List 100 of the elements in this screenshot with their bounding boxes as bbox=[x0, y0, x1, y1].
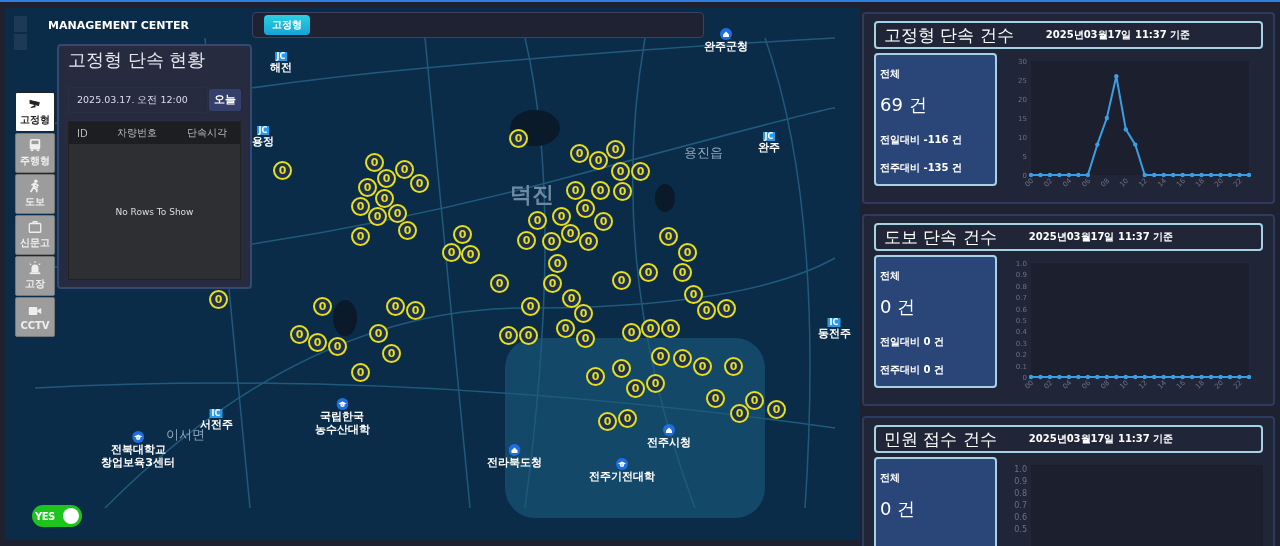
map-marker[interactable]: 0 bbox=[521, 297, 540, 316]
map-marker[interactable]: 0 bbox=[622, 323, 641, 342]
today-button[interactable]: 오늘 bbox=[209, 89, 241, 111]
map-marker[interactable]: 0 bbox=[566, 181, 585, 200]
card-title: 민원 접수 건수 bbox=[884, 427, 997, 451]
graduation-cap-icon bbox=[616, 458, 628, 470]
interchange-badge: IC bbox=[827, 318, 841, 327]
cctv-camera-icon bbox=[28, 97, 42, 111]
map-marker[interactable]: 0 bbox=[528, 211, 547, 230]
week-comparison: 전주대비 0 건 bbox=[880, 363, 945, 377]
map-marker[interactable]: 0 bbox=[509, 129, 528, 148]
map-marker[interactable]: 0 bbox=[365, 153, 384, 172]
map-marker[interactable]: 0 bbox=[382, 344, 401, 363]
map-marker[interactable]: 0 bbox=[631, 162, 650, 181]
map-marker[interactable]: 0 bbox=[678, 243, 697, 262]
map-marker[interactable]: 0 bbox=[375, 189, 394, 208]
map-marker[interactable]: 0 bbox=[410, 174, 429, 193]
map-marker[interactable]: 0 bbox=[612, 271, 631, 290]
map-marker[interactable]: 0 bbox=[328, 337, 347, 356]
map-marker[interactable]: 0 bbox=[351, 227, 370, 246]
interchange-badge: JC bbox=[274, 52, 288, 61]
map-marker[interactable]: 0 bbox=[308, 333, 327, 352]
map-marker[interactable]: 0 bbox=[490, 274, 509, 293]
map-marker[interactable]: 0 bbox=[519, 326, 538, 345]
map-marker[interactable]: 0 bbox=[561, 224, 580, 243]
axis-label: 0.5 bbox=[1014, 525, 1027, 534]
map-marker[interactable]: 0 bbox=[358, 178, 377, 197]
map-marker[interactable]: 0 bbox=[499, 326, 518, 345]
map-marker[interactable]: 0 bbox=[556, 319, 575, 338]
map-marker[interactable]: 0 bbox=[611, 162, 630, 181]
lake bbox=[510, 110, 560, 146]
graduation-cap-icon bbox=[132, 431, 144, 443]
map-marker[interactable]: 0 bbox=[461, 245, 480, 264]
map-marker[interactable]: 0 bbox=[369, 324, 388, 343]
column-header[interactable]: 차량번호 bbox=[109, 126, 179, 140]
toolbar-button[interactable]: 고정형 bbox=[15, 92, 55, 132]
axis-label: 0.6 bbox=[1014, 513, 1027, 522]
map-place-label: 이서면 bbox=[165, 428, 205, 443]
map-marker[interactable]: 0 bbox=[697, 301, 716, 320]
map-place-label: 전북대학교 창업보육3센터 bbox=[101, 444, 175, 470]
map-marker[interactable]: 0 bbox=[406, 301, 425, 320]
date-field[interactable]: 2025.03.17. 오전 12:00 bbox=[68, 87, 208, 113]
map-marker[interactable]: 0 bbox=[562, 289, 581, 308]
map-marker[interactable]: 0 bbox=[594, 212, 613, 231]
map-marker[interactable]: 0 bbox=[641, 319, 660, 338]
map-marker[interactable]: 0 bbox=[290, 325, 309, 344]
app-title: MANAGEMENT CENTER bbox=[48, 19, 189, 32]
map-place-label: 덕진 bbox=[510, 182, 554, 208]
column-header[interactable]: 단속시각 bbox=[179, 126, 227, 140]
siren-icon bbox=[28, 261, 42, 275]
map-marker[interactable]: 0 bbox=[574, 304, 593, 323]
map-marker[interactable]: 0 bbox=[453, 225, 472, 244]
map-marker[interactable]: 0 bbox=[543, 274, 562, 293]
map-marker[interactable]: 0 bbox=[395, 160, 414, 179]
map-marker[interactable]: 0 bbox=[273, 161, 292, 180]
map-marker[interactable]: 0 bbox=[589, 151, 608, 170]
map-marker[interactable]: 0 bbox=[552, 207, 571, 226]
week-comparison: 전주대비 -135 건 bbox=[880, 161, 963, 175]
map-marker[interactable]: 0 bbox=[606, 140, 625, 159]
interchange-badge: JC bbox=[762, 132, 776, 141]
map-marker[interactable]: 0 bbox=[570, 144, 589, 163]
map-marker[interactable]: 0 bbox=[368, 207, 387, 226]
axis-label: 0.9 bbox=[1014, 477, 1027, 486]
map-marker[interactable]: 0 bbox=[351, 197, 370, 216]
map-marker[interactable]: 0 bbox=[442, 243, 461, 262]
map-place-label: 동전주 bbox=[817, 328, 851, 341]
map-marker[interactable]: 0 bbox=[659, 227, 678, 246]
map-marker[interactable]: 0 bbox=[517, 231, 536, 250]
briefcase-icon bbox=[28, 220, 42, 234]
lake bbox=[655, 184, 675, 212]
map-marker[interactable]: 0 bbox=[639, 263, 658, 282]
timestamp: 2025년03월17일 11:37 기준 bbox=[1028, 432, 1174, 446]
map-marker[interactable]: 0 bbox=[717, 299, 736, 318]
bus-icon bbox=[28, 138, 42, 152]
column-header[interactable]: ID bbox=[69, 127, 109, 139]
building-icon bbox=[508, 444, 520, 456]
map-marker[interactable]: 0 bbox=[661, 319, 680, 338]
map-marker[interactable]: 0 bbox=[767, 400, 786, 419]
map-marker[interactable]: 0 bbox=[351, 363, 370, 382]
walking-person-icon bbox=[28, 179, 42, 193]
axis-label: 0.8 bbox=[1014, 489, 1027, 498]
map-marker[interactable]: 0 bbox=[673, 263, 692, 282]
map-marker[interactable]: 0 bbox=[613, 182, 632, 201]
interchange-badge: IC bbox=[209, 409, 223, 418]
map-marker[interactable]: 0 bbox=[548, 254, 567, 273]
map-place-label: 완주 bbox=[758, 142, 780, 155]
map-marker[interactable]: 0 bbox=[377, 169, 396, 188]
interchange-badge: JC bbox=[256, 126, 270, 135]
map-marker[interactable]: 0 bbox=[313, 297, 332, 316]
map-place-label: 용진읍 bbox=[683, 146, 723, 161]
map-marker[interactable]: 0 bbox=[576, 199, 595, 218]
map-marker[interactable]: 0 bbox=[398, 221, 417, 240]
map-marker[interactable]: 0 bbox=[684, 285, 703, 304]
map-marker[interactable]: 0 bbox=[386, 297, 405, 316]
day-comparison: 전일대비 -116 건 bbox=[880, 133, 963, 147]
map-marker[interactable]: 0 bbox=[542, 232, 561, 251]
map-marker[interactable]: 0 bbox=[591, 181, 610, 200]
map-marker[interactable]: 0 bbox=[209, 290, 228, 309]
map-marker[interactable]: 0 bbox=[388, 204, 407, 223]
map-marker[interactable]: 0 bbox=[579, 232, 598, 251]
